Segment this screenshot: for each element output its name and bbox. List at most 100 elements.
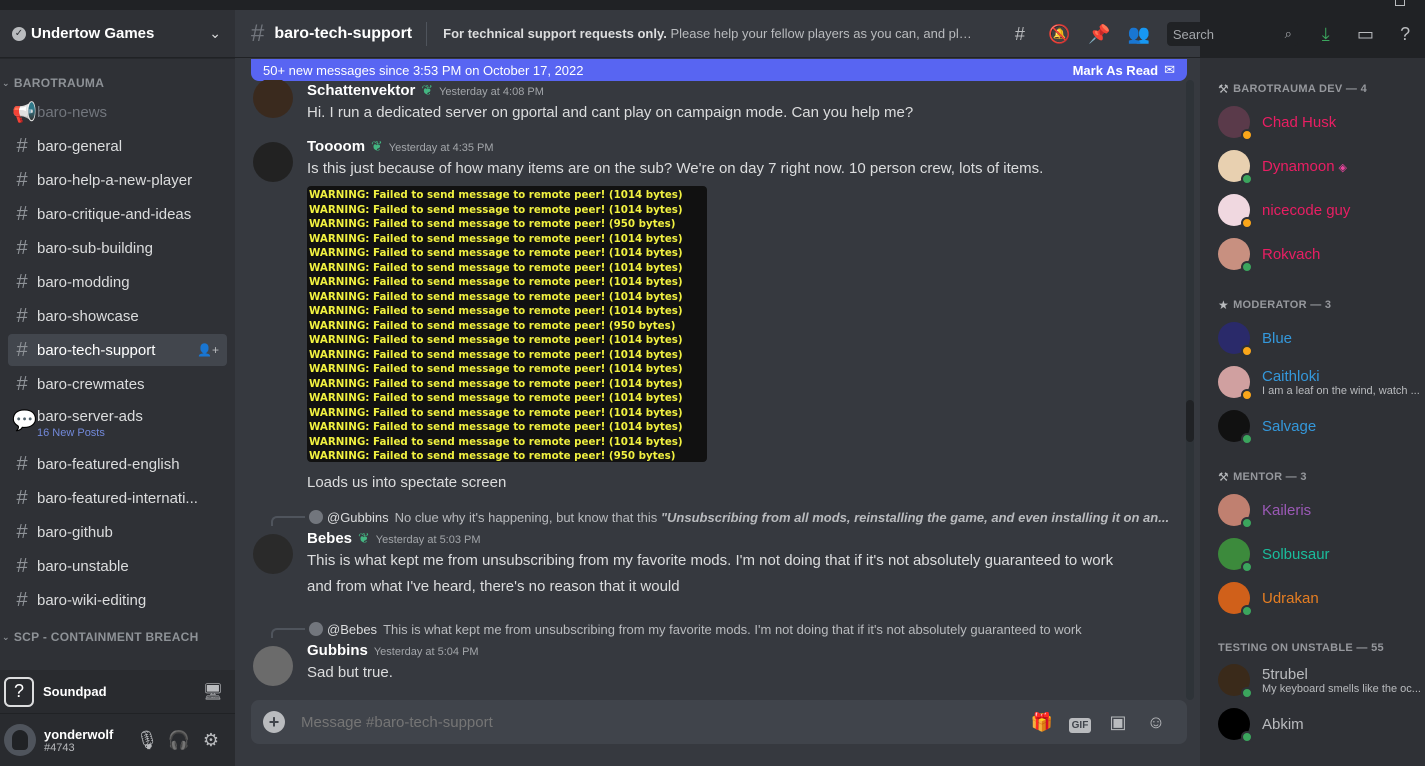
member-item[interactable]: Kaileris <box>1218 488 1425 532</box>
member-name: Chad Husk <box>1262 113 1337 131</box>
gif-icon[interactable]: GIF <box>1061 712 1099 733</box>
member-text: Kaileris <box>1262 502 1311 519</box>
soundpad-label: Soundpad <box>43 684 107 699</box>
member-item[interactable]: Salvage <box>1218 404 1425 448</box>
message-author[interactable]: Toooom <box>307 138 365 155</box>
avatar[interactable] <box>4 724 36 756</box>
thread-hash-icon: # <box>16 202 28 225</box>
channel-baro-modding[interactable]: # baro-modding <box>8 266 227 298</box>
avatar[interactable] <box>253 534 293 574</box>
member-item[interactable]: Rokvach <box>1218 232 1425 276</box>
microphone-icon[interactable]: 🎙 <box>131 724 163 756</box>
online-status-icon <box>1241 261 1253 273</box>
leaf-badge-icon: ❦ <box>421 82 434 98</box>
add-user-icon[interactable]: 👤+ <box>197 343 219 357</box>
scrollbar-thumb[interactable] <box>1186 400 1194 442</box>
sticker-icon[interactable]: ▣ <box>1099 712 1137 733</box>
chat-area: # baro-tech-support For technical suppor… <box>235 10 1200 766</box>
search-icon: ⌕ <box>1284 26 1292 41</box>
log-line: WARNING: Failed to send message to remot… <box>309 305 683 317</box>
channel-baro-general[interactable]: # baro-general <box>8 130 227 162</box>
download-icon[interactable]: ⤓ <box>1306 22 1346 46</box>
reply-preview[interactable]: @Bebes This is what kept me from unsubsc… <box>271 620 1171 638</box>
channel-baro-tech-support[interactable]: # baro-tech-support 👤+ <box>8 334 227 366</box>
log-line: WARNING: Failed to send message to remot… <box>309 435 683 448</box>
channel-baro-featured-english[interactable]: # baro-featured-english <box>8 448 227 480</box>
mark-read-icon: ✉ <box>1164 62 1175 77</box>
message: Gubbins Yesterday at 5:04 PM Sad but true… <box>235 642 1175 686</box>
member-item[interactable]: 5trubel My keyboard smells like the oc... <box>1218 658 1425 702</box>
notification-muted-icon[interactable]: 🔕 <box>1040 22 1080 46</box>
member-item[interactable]: Solbusaur <box>1218 532 1425 576</box>
member-item[interactable]: Udrakan <box>1218 576 1425 620</box>
message-input[interactable] <box>301 713 1023 731</box>
user-names[interactable]: yonderwolf #4743 <box>44 727 131 754</box>
chat-scrollbar[interactable] <box>1186 80 1194 700</box>
gift-icon[interactable]: 🎁 <box>1023 712 1061 733</box>
message-author[interactable]: Gubbins <box>307 642 368 659</box>
avatar <box>1218 366 1253 401</box>
emoji-icon[interactable]: ☺ <box>1137 712 1175 733</box>
member-item[interactable]: nicecode guy <box>1218 188 1425 232</box>
attach-plus-icon[interactable]: + <box>263 711 285 733</box>
channel-baro-github[interactable]: # baro-github <box>8 516 227 548</box>
threads-icon[interactable]: # <box>1000 22 1040 46</box>
window-control-icon[interactable] <box>1395 0 1405 6</box>
channel-label: baro-crewmates <box>37 375 145 393</box>
channel-topic[interactable]: For technical support requests only. Ple… <box>443 26 973 41</box>
message: Toooom ❦ Yesterday at 4:35 PM Is this just… <box>235 138 1175 496</box>
log-line: WARNING: Failed to send message to remot… <box>309 392 683 404</box>
pin-icon[interactable]: 📌 <box>1079 22 1119 46</box>
channel-baro-server-ads[interactable]: 💬 baro-server-ads 16 New Posts <box>8 402 227 446</box>
member-item[interactable]: Abkim <box>1218 702 1425 746</box>
message-author[interactable]: Bebes <box>307 530 352 547</box>
category-barotrauma[interactable]: ⌄ BAROTRAUMA <box>0 70 227 94</box>
message-body: Toooom ❦ Yesterday at 4:35 PM Is this just… <box>307 138 1175 496</box>
channel-baro-wiki-editing[interactable]: # baro-wiki-editing <box>8 584 227 616</box>
inbox-icon[interactable]: ▭ <box>1346 22 1386 46</box>
log-line: WARNING: Failed to send message to remot… <box>309 421 683 433</box>
channel-baro-critique-and-ideas[interactable]: # baro-critique-and-ideas <box>8 198 227 230</box>
member-item[interactable]: Caithloki I am a leaf on the wind, watch … <box>1218 360 1425 404</box>
hash-icon: # <box>16 520 28 543</box>
channel-label: baro-modding <box>37 273 130 291</box>
gif-label: GIF <box>1068 717 1092 733</box>
member-item[interactable]: Chad Husk <box>1218 100 1425 144</box>
hash-icon: # <box>16 554 28 577</box>
avatar <box>1218 238 1253 273</box>
attached-image[interactable]: WARNING: Failed to send message to remot… <box>307 186 707 462</box>
channel-baro-featured-international[interactable]: # baro-featured-internati... <box>8 482 227 514</box>
log-line: WARNING: Failed to send message to remot… <box>309 377 683 390</box>
avatar[interactable] <box>253 646 293 686</box>
gear-icon[interactable]: ⚙ <box>195 724 227 756</box>
channel-label: baro-help-a-new-player <box>37 171 193 189</box>
reply-text: This is what kept me from unsubscribing … <box>383 621 1082 637</box>
category-scp[interactable]: ⌄ SCP - CONTAINMENT BREACH <box>0 624 227 648</box>
mark-as-read-button[interactable]: Mark As Read <box>1073 63 1159 78</box>
help-icon[interactable]: ? <box>1385 22 1425 46</box>
member-item[interactable]: Blue <box>1218 316 1425 360</box>
online-status-icon <box>1241 433 1253 445</box>
channel-baro-sub-building[interactable]: # baro-sub-building <box>8 232 227 264</box>
log-line: WARNING: Failed to send message to remot… <box>309 247 683 259</box>
search-input[interactable] <box>1172 26 1285 42</box>
channel-baro-news[interactable]: 📢 baro-news <box>8 96 227 128</box>
channel-baro-unstable[interactable]: # baro-unstable <box>8 550 227 582</box>
soundpad-activity[interactable]: ? Soundpad 🖥 <box>0 670 235 714</box>
member-item[interactable]: Dynamoon ◈ <box>1218 144 1425 188</box>
channel-baro-help-a-new-player[interactable]: # baro-help-a-new-player <box>8 164 227 196</box>
headphones-icon[interactable]: 🎧 <box>163 724 195 756</box>
member-list-icon[interactable]: 👥 <box>1119 22 1159 46</box>
new-messages-bar[interactable]: 50+ new messages since 3:53 PM on Octobe… <box>251 59 1187 81</box>
member-text: Abkim <box>1262 716 1304 733</box>
message-author[interactable]: Schattenvektor <box>307 82 415 99</box>
reply-preview[interactable]: @Gubbins No clue why it's happening, but… <box>271 508 1171 526</box>
guild-header[interactable]: ✓ Undertow Games ⌄ <box>0 10 235 58</box>
channel-baro-showcase[interactable]: # baro-showcase <box>8 300 227 332</box>
avatar[interactable] <box>253 80 293 118</box>
avatar[interactable] <box>253 142 293 182</box>
channel-baro-crewmates[interactable]: # baro-crewmates <box>8 368 227 400</box>
screen-share-icon[interactable]: 🖥 <box>203 682 223 702</box>
header-divider <box>426 21 428 46</box>
search-box[interactable]: ⌕ <box>1166 22 1298 46</box>
